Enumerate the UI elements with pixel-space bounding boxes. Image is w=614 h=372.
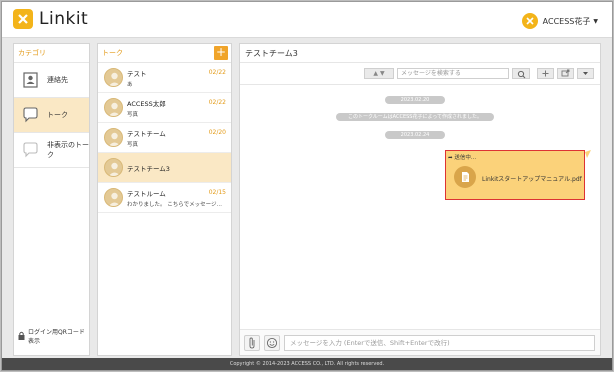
bubble-tail-icon — [585, 150, 591, 158]
document-icon — [454, 166, 476, 188]
category-panel: カテゴリ 連絡先 トーク 非表示のトーク ログイン用QRコード表示 — [13, 43, 90, 356]
user-avatar-icon — [521, 13, 538, 29]
app-window: Linkit ACCESS花子 ▼ カテゴリ 連絡先 トーク 非表示のトーク ロ… — [1, 1, 613, 371]
date-separator: 2023.02.24 — [385, 131, 445, 139]
chat-toolbar: ▲ ▼ メッセージを検索する — [364, 68, 594, 79]
message-input[interactable]: メッセージを入力 (Enterで送信、Shift+Enterで改行) — [284, 335, 595, 351]
sending-label: 送信中... — [454, 155, 477, 161]
talk-list-panel: トーク + テスト 02/22 あ ACCESS太郎 02/22 写真 テストチ… — [97, 43, 232, 356]
app-name: Linkit — [39, 9, 89, 29]
talk-name: ACCESS太郎 — [127, 100, 166, 108]
message-search-input[interactable]: メッセージを検索する — [397, 68, 509, 79]
plus-icon — [542, 70, 549, 77]
talk-name: テスト — [127, 70, 147, 78]
smiley-icon — [266, 337, 278, 349]
hidden-chat-icon — [22, 142, 39, 158]
category-item-talk[interactable]: トーク — [14, 98, 89, 133]
date-separator: 2023.02.20 — [385, 96, 445, 104]
talk-date: 02/22 — [208, 69, 226, 76]
add-member-button[interactable] — [537, 68, 554, 79]
message-input-row: メッセージを入力 (Enterで送信、Shift+Enterで改行) — [240, 329, 600, 355]
chevron-down-icon: ▼ — [593, 17, 598, 25]
sending-status: ➦ 送信中... — [448, 153, 476, 161]
talk-date: 02/20 — [208, 129, 226, 136]
talk-preview: あ — [127, 82, 133, 88]
search-icon — [517, 70, 526, 79]
talk-preview: 写真 — [127, 112, 139, 118]
chevron-down-icon — [583, 72, 588, 75]
search-nav-buttons[interactable]: ▲ ▼ — [364, 68, 394, 79]
talk-name: テストチーム — [127, 130, 166, 138]
toolbar-divider — [240, 84, 600, 85]
logo: Linkit — [13, 9, 88, 29]
login-qr-label: ログイン用QRコード表示 — [28, 329, 85, 345]
user-menu[interactable]: ACCESS花子 ▼ — [521, 13, 598, 29]
category-item-label: トーク — [47, 111, 68, 119]
search-button[interactable] — [512, 68, 530, 79]
category-item-contacts[interactable]: 連絡先 — [14, 63, 89, 98]
avatar — [104, 158, 123, 177]
file-message-bubble[interactable]: ➦ 送信中... Linkitスタートアップマニュアル.pdf — [445, 150, 585, 200]
attach-button[interactable] — [244, 335, 260, 351]
category-item-label: 連絡先 — [47, 76, 68, 84]
avatar — [104, 188, 123, 207]
category-header: カテゴリ — [14, 44, 89, 63]
talk-list-header: トーク + — [98, 44, 231, 63]
avatar — [104, 98, 123, 117]
file-name: Linkitスタートアップマニュアル.pdf — [482, 176, 582, 183]
talk-item-selected[interactable]: テストチーム3 — [98, 153, 231, 183]
paperclip-icon — [249, 337, 255, 349]
category-item-hidden-talk[interactable]: 非表示のトーク — [14, 133, 89, 168]
avatar — [104, 68, 123, 87]
chat-panel: テストチーム3 ▲ ▼ メッセージを検索する 2023.02.20 このトークル… — [239, 43, 601, 356]
linkit-logo-icon — [13, 9, 33, 29]
export-button[interactable] — [557, 68, 574, 79]
top-bar: Linkit ACCESS花子 ▼ — [2, 2, 612, 38]
talk-date: 02/15 — [208, 189, 226, 196]
export-icon — [561, 69, 570, 77]
talk-name: テストルーム — [127, 190, 166, 198]
more-menu-button[interactable] — [577, 68, 594, 79]
system-message: このトークルームはACCESS花子によって作成されました。 — [336, 113, 494, 121]
footer-copyright: Copyright © 2014-2023 ACCESS CO., LTD. A… — [2, 358, 612, 370]
lock-icon — [18, 331, 25, 342]
chat-bubble-icon — [22, 107, 39, 123]
talk-preview: 写真 — [127, 142, 139, 148]
avatar — [104, 128, 123, 147]
talk-preview: わかりました。 こちらでメッセージ… — [127, 202, 222, 208]
talk-item[interactable]: ACCESS太郎 02/22 写真 — [98, 93, 231, 123]
chat-title: テストチーム3 — [240, 44, 600, 63]
talk-name: テストチーム3 — [127, 165, 170, 173]
add-talk-button[interactable]: + — [214, 46, 228, 60]
talk-item[interactable]: テスト 02/22 あ — [98, 63, 231, 93]
login-qr-button[interactable]: ログイン用QRコード表示 — [18, 327, 89, 345]
talk-list-title: トーク — [102, 49, 123, 57]
user-name: ACCESS花子 — [542, 16, 591, 26]
talk-date: 02/22 — [208, 99, 226, 106]
category-item-label: 非表示のトーク — [47, 141, 89, 159]
emoji-button[interactable] — [264, 335, 280, 351]
talk-item[interactable]: テストルーム 02/15 わかりました。 こちらでメッセージ… — [98, 183, 231, 213]
contacts-icon — [22, 72, 39, 88]
forward-arrow-icon: ➦ — [448, 155, 453, 161]
talk-item[interactable]: テストチーム 02/20 写真 — [98, 123, 231, 153]
